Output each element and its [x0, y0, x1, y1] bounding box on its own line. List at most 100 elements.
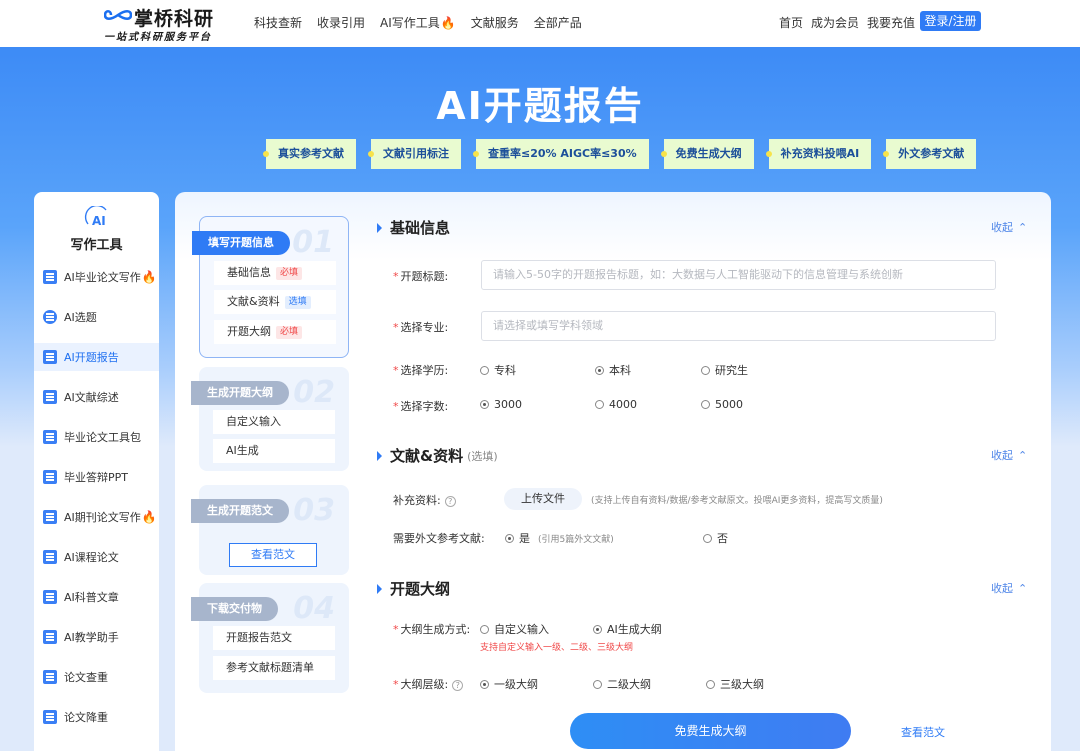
radio-dot	[480, 679, 489, 689]
document-icon	[43, 270, 57, 284]
section-basic-info: 基础信息	[377, 217, 450, 238]
brand-name: 掌桥科研	[134, 8, 215, 30]
view-sample-link[interactable]: 查看范文	[901, 724, 945, 740]
step-generate-sample[interactable]: 03 生成开题范文 查看范文	[191, 485, 349, 575]
step-title: 生成开题范文	[191, 499, 289, 523]
sidebar-item-reduce-similarity[interactable]: 论文降重	[34, 703, 159, 731]
foreign-refs-yes[interactable]: 是	[505, 530, 530, 546]
step-title: 下载交付物	[191, 597, 278, 621]
supp-label: 补充资料:?	[393, 492, 456, 508]
degree-radio-graduate[interactable]: 研究生	[701, 362, 748, 378]
step-sub-outline[interactable]: 开题大纲 必填	[214, 320, 336, 344]
step-sub-ai-generate[interactable]: AI生成	[213, 439, 335, 463]
outline-method-hint: 支持自定义输入一级、二级、三级大纲	[480, 643, 634, 653]
nav-shoulu-yinyong[interactable]: 收录引用	[317, 14, 365, 31]
bars-icon	[43, 590, 57, 604]
nav-keji-chaxin[interactable]: 科技查新	[254, 14, 302, 31]
nav-membership[interactable]: 成为会员	[811, 14, 859, 31]
radio-dot	[593, 624, 602, 634]
fire-icon: 🔥	[141, 270, 157, 284]
nav-ai-writing-tools[interactable]: AI写作工具 🔥	[380, 14, 456, 31]
radio-dot	[595, 365, 604, 375]
sidebar-item-course-paper[interactable]: AI课程论文	[34, 543, 159, 571]
degree-radio-junior[interactable]: 专科	[480, 362, 516, 378]
sidebar-item-thesis-toolkit[interactable]: 毕业论文工具包	[34, 423, 159, 451]
step-title: 填写开题信息	[192, 231, 290, 255]
major-label: * 选择专业:	[393, 321, 449, 334]
step-sub-proposal-sample[interactable]: 开题报告范文	[213, 626, 335, 650]
generate-outline-button[interactable]: 免费生成大纲	[570, 713, 851, 749]
help-icon[interactable]: ?	[452, 680, 464, 691]
step-sub-refs[interactable]: 文献&资料 选填	[214, 290, 336, 314]
login-register-button[interactable]: 登录/注册	[920, 11, 981, 31]
feature-tag: 文献引用标注	[368, 139, 461, 169]
radio-dot	[706, 679, 715, 689]
logo-infinity-icon	[104, 9, 132, 21]
nav-home[interactable]: 首页	[779, 14, 803, 31]
collapse-basic-button[interactable]: 收起	[991, 219, 1027, 235]
sidebar-item-popular-science[interactable]: AI科普文章	[34, 583, 159, 611]
step-number: 04	[293, 591, 335, 626]
step-number: 02	[293, 375, 335, 410]
nav-wenxian-fuwu[interactable]: 文献服务	[471, 14, 519, 31]
help-icon[interactable]: ?	[444, 496, 456, 507]
degree-radio-bachelor[interactable]: 本科	[595, 362, 631, 378]
brand-slogan: 一站式科研服务平台	[104, 32, 212, 43]
sidebar-item-teaching-assistant[interactable]: AI教学助手	[34, 623, 159, 651]
step-sub-custom-input[interactable]: 自定义输入	[213, 410, 335, 434]
words-radio-4000[interactable]: 4000	[595, 398, 637, 411]
sidebar-item-defense-ppt[interactable]: 毕业答辩PPT	[34, 463, 159, 491]
outline-method-ai[interactable]: AI生成大纲	[593, 621, 662, 637]
outline-level-2[interactable]: 二级大纲	[593, 676, 651, 692]
upload-hint: (支持上传自有资料/数据/参考文献原文。投喂AI更多资料，提高写文质量)	[591, 496, 883, 506]
outline-level-1[interactable]: 一级大纲	[480, 676, 538, 692]
step-sub-reference-list[interactable]: 参考文献标题清单	[213, 656, 335, 680]
fire-icon: 🔥	[141, 510, 157, 524]
sidebar-item-ai-thesis[interactable]: AI毕业论文写作 🔥	[34, 263, 159, 291]
topic-label: * 开题标题:	[393, 270, 449, 283]
radio-dot	[480, 624, 489, 634]
writing-tools-sidebar: AI 写作工具 AI毕业论文写作 🔥 AI选题 AI开题报告 AI文献综述 毕业论…	[34, 192, 159, 751]
sidebar-item-plagiarism-check[interactable]: 论文查重	[34, 663, 159, 691]
proposal-form-card: 01 填写开题信息 基础信息 必填 文献&资料 选填 开题大纲 必填 02 生成开题大…	[175, 192, 1051, 751]
optional-badge: 选填	[284, 296, 311, 309]
outline-level-label: * 大纲层级:?	[393, 676, 464, 692]
step-sub-basic-info[interactable]: 基础信息 必填	[214, 261, 336, 285]
radio-dot	[480, 365, 489, 375]
user-nav: 首页 成为会员 我要充值	[779, 14, 915, 31]
step-number: 01	[292, 225, 334, 260]
site-logo[interactable]: 掌桥科研 一站式科研服务平台	[104, 4, 234, 44]
nav-all-products[interactable]: 全部产品	[534, 14, 582, 31]
outline-level-3[interactable]: 三级大纲	[706, 676, 764, 692]
outline-method-custom[interactable]: 自定义输入	[480, 621, 549, 637]
radio-dot	[595, 400, 604, 409]
collapse-refs-button[interactable]: 收起	[991, 447, 1027, 463]
trend-down-icon	[43, 710, 57, 724]
step-number: 03	[293, 493, 335, 528]
sidebar-item-ai-review[interactable]: AI文献综述	[34, 383, 159, 411]
fire-icon: 🔥	[440, 15, 456, 30]
sidebar-item-ai-topic[interactable]: AI选题	[34, 303, 159, 331]
required-badge: 必填	[276, 326, 303, 339]
sidebar-item-journal-writing[interactable]: AI期刊论文写作 🔥	[34, 503, 159, 531]
feature-tags: 真实参考文献 文献引用标注 查重率≤20% AIGC率≤30% 免费生成大纲 补…	[263, 139, 977, 169]
feature-tag: 真实参考文献	[263, 139, 356, 169]
sidebar-item-ai-proposal[interactable]: AI开题报告	[34, 343, 159, 371]
book-icon	[43, 390, 57, 404]
nav-recharge[interactable]: 我要充值	[867, 14, 915, 31]
degree-label: * 选择学历:	[393, 364, 449, 377]
upload-file-button[interactable]: 上传文件	[504, 488, 582, 510]
feature-tag: 查重率≤20% AIGC率≤30%	[473, 139, 649, 169]
major-select[interactable]: 请选择或填写学科领域	[481, 311, 996, 341]
words-radio-3000[interactable]: 3000	[480, 398, 522, 411]
step-fill-info[interactable]: 01 填写开题信息 基础信息 必填 文献&资料 选填 开题大纲 必填	[192, 216, 349, 358]
view-sample-button[interactable]: 查看范文	[229, 543, 317, 567]
step-generate-outline[interactable]: 02 生成开题大纲 自定义输入 AI生成	[191, 367, 349, 471]
top-navbar: 掌桥科研 一站式科研服务平台 科技查新 收录引用 AI写作工具 🔥 文献服务 全部…	[0, 0, 1080, 47]
topic-input[interactable]: 请输入5-50字的开题报告标题，如：大数据与人工智能驱动下的信息管理与系统创新	[481, 260, 996, 290]
feature-tag: 免费生成大纲	[660, 139, 754, 169]
words-radio-5000[interactable]: 5000	[701, 398, 743, 411]
step-download[interactable]: 04 下载交付物 开题报告范文 参考文献标题清单	[191, 583, 349, 693]
collapse-outline-button[interactable]: 收起	[991, 580, 1027, 596]
foreign-refs-no[interactable]: 否	[703, 530, 728, 546]
